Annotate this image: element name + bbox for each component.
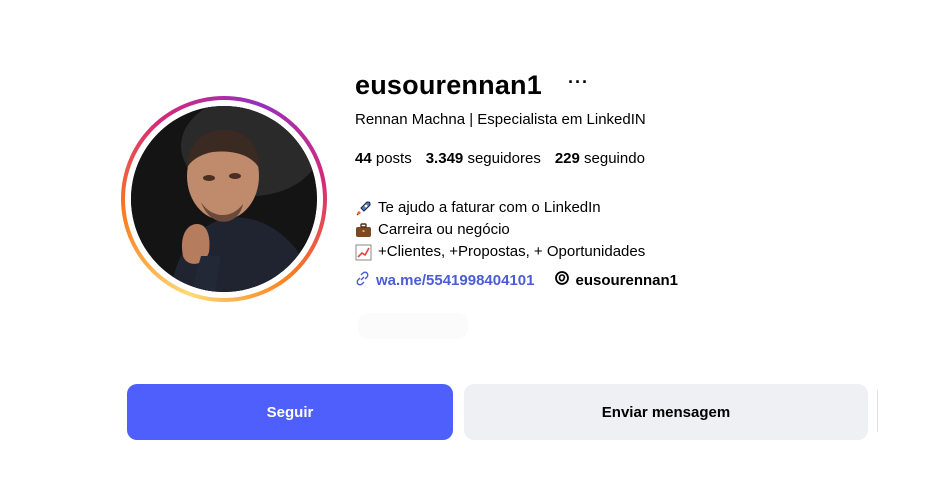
avatar[interactable] xyxy=(131,106,317,292)
divider xyxy=(877,390,878,432)
profile-stats: 44 posts 3.349 seguidores 229 seguindo xyxy=(355,150,645,167)
link-icon xyxy=(355,271,370,290)
threads-icon xyxy=(554,270,570,290)
bio-line: Te ajudo a faturar com o LinkedIn xyxy=(355,197,645,219)
briefcase-icon xyxy=(355,222,372,239)
highlight-placeholder xyxy=(358,313,468,339)
send-message-button[interactable]: Enviar mensagem xyxy=(464,384,868,440)
posts-stat: 44 posts xyxy=(355,150,412,167)
threads-link[interactable]: eusourennan1 xyxy=(554,270,678,290)
bio-line: +Clientes, +Propostas, + Oportunidades xyxy=(355,241,645,263)
external-link[interactable]: wa.me/5541998404101 xyxy=(355,271,534,290)
bio-line: Carreira ou negócio xyxy=(355,219,645,241)
following-stat[interactable]: 229 seguindo xyxy=(555,150,645,167)
chart-increasing-icon xyxy=(355,244,372,261)
profile-links: wa.me/5541998404101 eusourennan1 xyxy=(355,270,678,290)
profile-username: eusourennan1 xyxy=(355,70,542,100)
avatar-photo xyxy=(131,106,317,292)
avatar-border xyxy=(125,100,323,298)
follow-button[interactable]: Seguir xyxy=(127,384,453,440)
more-horizontal-icon[interactable]: ··· xyxy=(568,72,589,93)
profile-full-name: Rennan Machna | Especialista em LinkedIN xyxy=(355,111,646,128)
followers-stat[interactable]: 3.349 seguidores xyxy=(426,150,541,167)
rocket-icon xyxy=(355,200,372,217)
avatar-ring[interactable] xyxy=(121,96,327,302)
profile-bio: Te ajudo a faturar com o LinkedIn Carrei… xyxy=(355,197,645,263)
